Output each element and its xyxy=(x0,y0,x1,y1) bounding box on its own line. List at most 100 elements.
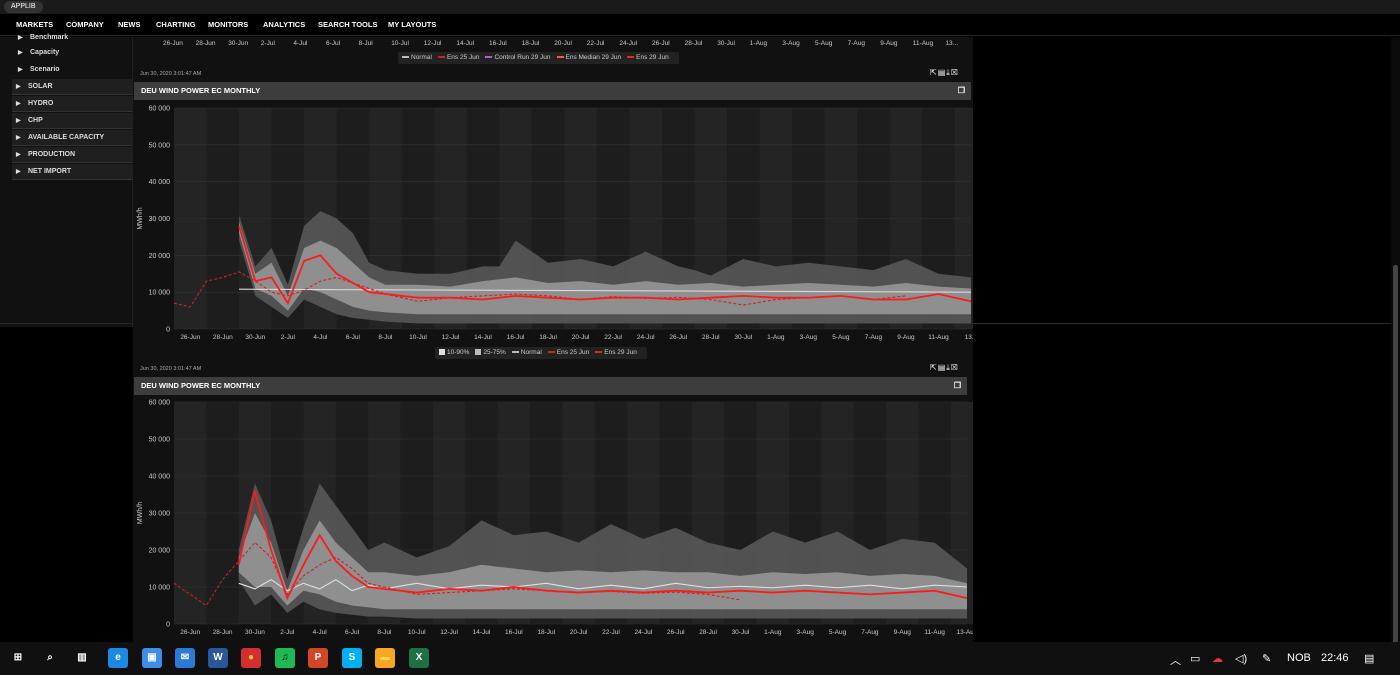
y-tick-label: 0 xyxy=(166,327,170,334)
x-tick-label: 12-Jul xyxy=(423,40,442,47)
task-view-icon[interactable]: ▥ xyxy=(72,648,92,668)
legend-swatch xyxy=(547,351,555,354)
x-tick-label: 28-Jun xyxy=(213,334,233,341)
clock[interactable]: 22:46 xyxy=(1321,652,1349,664)
legend-entry[interactable]: Ens 25 Jun xyxy=(547,349,589,356)
legend-label: Normal xyxy=(411,54,432,61)
sidebar-category-available-capacity[interactable]: ▶ AVAILABLE CAPACITY xyxy=(12,130,132,146)
x-tick-label: 1-Aug xyxy=(749,40,768,47)
sidebar-category-label: AVAILABLE CAPACITY xyxy=(28,134,105,141)
sidebar-category-solar[interactable]: ▶ SOLAR xyxy=(12,79,132,95)
y-axis-label: MWh/h xyxy=(137,207,144,229)
skype-icon[interactable]: S xyxy=(342,648,362,668)
pen-icon[interactable]: ✎ xyxy=(1262,652,1271,665)
sidebar-category-hydro[interactable]: ▶ HYDRO xyxy=(12,96,132,112)
sidebar-item-scenario[interactable]: ▶ Scenario xyxy=(18,66,60,73)
menu-markets[interactable]: MARKETS xyxy=(16,20,53,29)
sidebar-item-capacity[interactable]: ▶ Capacity xyxy=(18,49,59,56)
menu-search-tools[interactable]: SEARCH TOOLS xyxy=(318,20,377,29)
word-icon[interactable]: W xyxy=(208,648,228,668)
y-tick-label: 60 000 xyxy=(149,400,171,407)
x-tick-label: 26-Jun xyxy=(180,334,200,341)
applib-tab[interactable]: APPLIB xyxy=(4,1,43,13)
x-tick-label: 30-Jul xyxy=(732,629,750,636)
spotify-icon[interactable]: ♫ xyxy=(275,648,295,668)
chart1-legend[interactable]: 10-90% 25-75% Normal Ens 25 Jun Ens 29 Jun xyxy=(435,347,647,359)
legend-entry[interactable]: Ens 25 Jun xyxy=(437,54,480,61)
x-tick-label: 10-Jul xyxy=(408,629,426,636)
powerpoint-icon[interactable]: P xyxy=(308,648,328,668)
x-tick-label: 11-Aug xyxy=(924,629,945,636)
x-tick-label: 4-Jul xyxy=(313,629,328,636)
menu-my-layouts[interactable]: MY LAYOUTS xyxy=(388,20,436,29)
sidebar-item-label: Capacity xyxy=(30,49,60,56)
caret-right-icon: ▶ xyxy=(16,152,21,158)
maximize-icon[interactable]: ❐ xyxy=(954,377,961,395)
x-tick-label: 30-Jun xyxy=(245,629,265,636)
legend-swatch xyxy=(556,56,564,59)
x-tick-label: 12-Jul xyxy=(442,334,460,341)
legend-entry[interactable]: Ens 29 Jun xyxy=(595,349,637,356)
sidebar-category-production[interactable]: ▶ PRODUCTION xyxy=(12,147,132,163)
legend-entry[interactable]: Normal xyxy=(511,349,542,356)
x-tick-label: 7-Aug xyxy=(865,334,883,341)
x-tick-label: 11-Aug xyxy=(912,40,934,47)
battery-icon[interactable]: ▭ xyxy=(1190,652,1200,665)
legend-entry[interactable]: Control Run 29 Jun xyxy=(485,54,551,61)
menu-monitors[interactable]: MONITORS xyxy=(208,20,248,29)
legend-entry[interactable]: Ens 29 Jun xyxy=(627,54,669,61)
file-explorer-icon[interactable]: ▬ xyxy=(375,648,395,668)
network-icon[interactable]: ☁ xyxy=(1212,652,1223,665)
legend-label: Ens 25 Jun xyxy=(446,54,480,61)
legend-entry[interactable]: 10-90% xyxy=(439,349,469,356)
windows-taskbar: ︿ ▭ ☁ ◁) ✎ NOB 22:46 ▤ ⊞ ⌕ ▥ e ▣ ✉ W ● ♫ P S ▬ X xyxy=(0,642,1400,675)
menu-charting[interactable]: CHARTING xyxy=(156,20,196,29)
x-tick-label: 10-Jul xyxy=(391,40,409,47)
chart1-actions[interactable]: ⇱▤⤓☒ xyxy=(930,68,959,78)
x-tick-label: 18-Jul xyxy=(537,629,555,636)
x-tick-label: 6-Jul xyxy=(326,40,341,47)
excel-icon[interactable]: X xyxy=(409,648,429,668)
volume-icon[interactable]: ◁) xyxy=(1235,652,1247,665)
x-tick-label: 30-Jul xyxy=(734,334,752,341)
x-tick-label: 18-Jul xyxy=(539,334,557,341)
x-tick-label: 7-Aug xyxy=(861,629,879,636)
menu-news[interactable]: NEWS xyxy=(118,20,141,29)
edge-icon[interactable]: e xyxy=(108,648,128,668)
search-icon[interactable]: ⌕ xyxy=(40,648,60,668)
x-tick-label: 14-Jul xyxy=(474,334,492,341)
tray-chevron-icon[interactable]: ︿ xyxy=(1170,652,1181,668)
x-tick-label: 22-Jul xyxy=(604,334,622,341)
sidebar-category-chp[interactable]: ▶ CHP xyxy=(12,113,132,129)
menu-company[interactable]: COMPANY xyxy=(66,20,104,29)
x-tick-label: 30-Jul xyxy=(717,40,735,47)
scrollbar-thumb[interactable] xyxy=(1393,265,1398,645)
start-icon[interactable]: ⊞ xyxy=(8,648,28,668)
legend-entry[interactable]: Normal xyxy=(402,54,432,61)
legend-label: 10-90% xyxy=(447,349,470,356)
notifications-icon[interactable]: ▤ xyxy=(1364,652,1374,665)
maximize-icon[interactable]: ❐ xyxy=(958,82,965,100)
chrome-icon[interactable]: ● xyxy=(241,648,261,668)
language-indicator[interactable]: NOB xyxy=(1287,652,1311,664)
mail-icon[interactable]: ✉ xyxy=(175,648,195,668)
top-panel-legend[interactable]: Normal Ens 25 Jun Control Run 29 Jun Ens Me… xyxy=(398,52,679,64)
vertical-scrollbar[interactable] xyxy=(1391,37,1400,645)
legend-entry[interactable]: 25-75% xyxy=(475,349,506,356)
x-tick-label: 20-Jul xyxy=(554,40,572,47)
legend-swatch xyxy=(511,351,519,354)
x-tick-label: 11-Aug xyxy=(928,334,949,341)
y-tick-label: 10 000 xyxy=(149,585,171,592)
legend-label: Ens 29 Jun xyxy=(604,349,637,356)
legend-entry[interactable]: Ens Median 29 Jun xyxy=(556,54,621,61)
menu-analytics[interactable]: ANALYTICS xyxy=(263,20,305,29)
chart2-plot: 0 10 000 20 000 30 000 40 000 50 000 60 000 MWh… xyxy=(137,400,973,636)
x-tick-label: 5-Aug xyxy=(815,40,833,47)
chart2-actions[interactable]: ⇱▤⤓☒ xyxy=(930,363,959,373)
store-icon[interactable]: ▣ xyxy=(142,648,162,668)
x-tick-label: 8-Jul xyxy=(378,334,393,341)
x-tick-label: 26-Jun xyxy=(163,40,183,47)
sidebar-category-net-import[interactable]: ▶ NET IMPORT xyxy=(12,164,132,180)
sidebar-item-benchmark[interactable]: ▶ Benchmark xyxy=(18,34,68,41)
x-tick-label: 7-Aug xyxy=(847,40,865,47)
